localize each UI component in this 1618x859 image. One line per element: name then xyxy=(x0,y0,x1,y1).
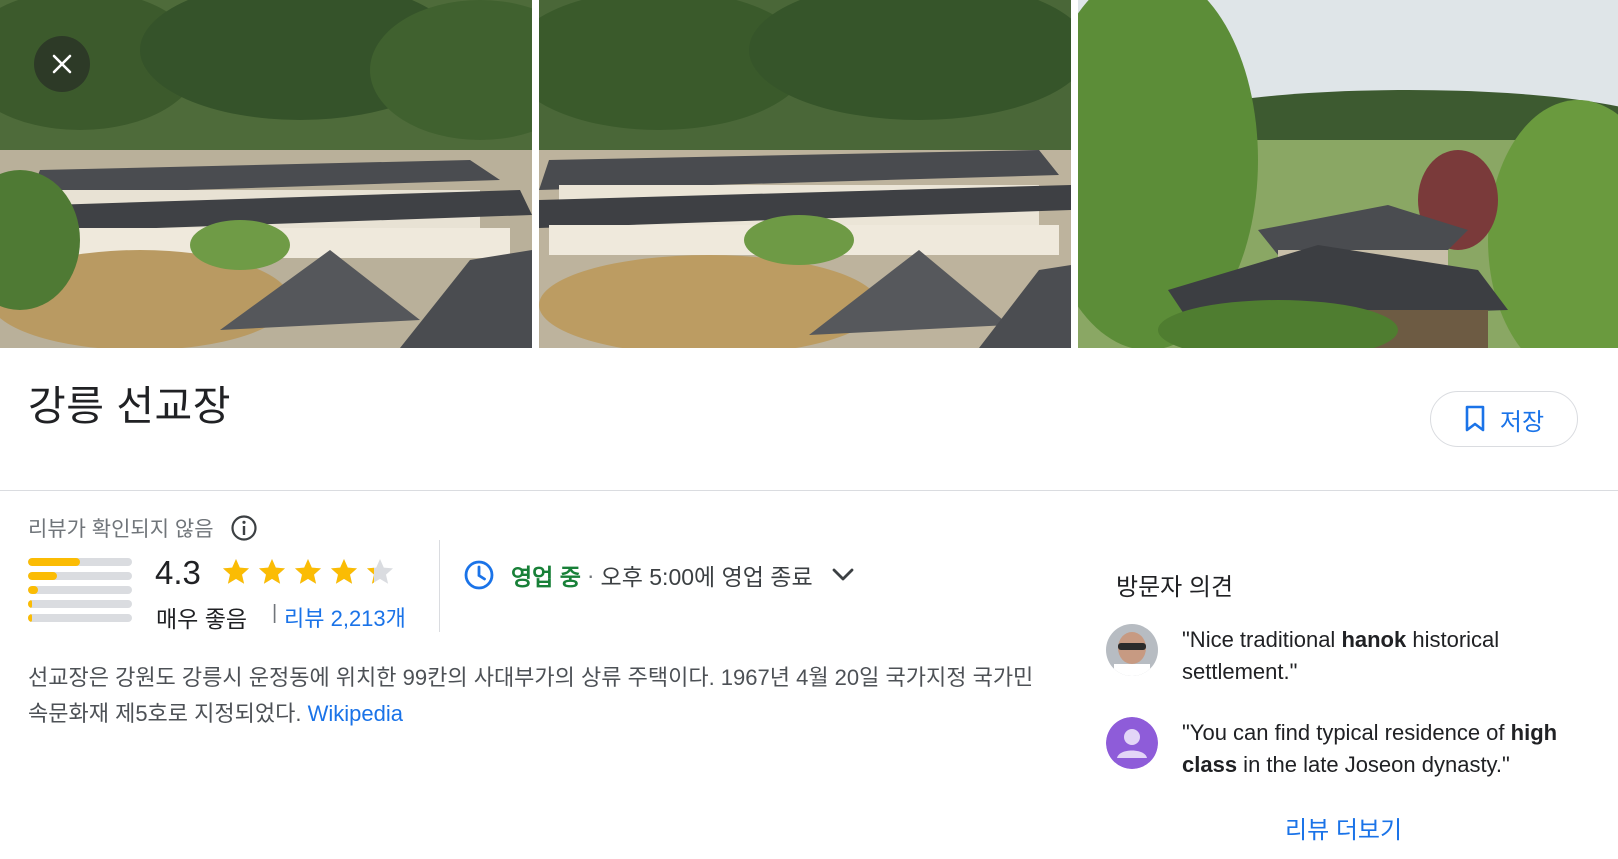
clock-icon xyxy=(464,560,494,590)
rating-bar-fill xyxy=(28,572,58,580)
close-icon xyxy=(52,54,72,74)
hours-toggle[interactable]: 영업 중 · 오후 5:00에 영업 종료 xyxy=(463,558,855,592)
close-button[interactable] xyxy=(34,36,90,92)
reviews-count-link[interactable]: 리뷰 2,213개 xyxy=(284,601,406,633)
rating-bar-fill xyxy=(28,614,33,622)
more-reviews-link[interactable]: 리뷰 더보기 xyxy=(1285,810,1402,845)
review-text: "Nice traditional hanok historical settl… xyxy=(1182,624,1606,688)
review-item: "Nice traditional hanok historical settl… xyxy=(1106,624,1606,688)
closing-time: 오후 5:00에 영업 종료 xyxy=(600,564,813,590)
place-title: 강릉 선교장 xyxy=(28,383,231,429)
save-label: 저장 xyxy=(1499,408,1545,436)
review-text-start: "Nice traditional xyxy=(1182,627,1342,652)
rating-separator: | xyxy=(272,602,278,624)
unverified-reviews: 리뷰가 확인되지 않음 xyxy=(28,513,258,543)
description-text: 선교장은 강원도 강릉시 운정동에 위치한 99칸의 사대부가의 상류 주택이다… xyxy=(28,665,1034,726)
review-item: "You can find typical residence of high … xyxy=(1106,717,1606,781)
photo-3[interactable] xyxy=(1078,0,1618,348)
rating-distribution xyxy=(28,558,132,628)
reviews-heading: 방문자 의견 xyxy=(1116,574,1234,601)
open-status: 영업 중 xyxy=(511,564,581,590)
review-text: "You can find typical residence of high … xyxy=(1182,717,1606,781)
rating-bar-3 xyxy=(28,586,132,594)
rating-bar-fill xyxy=(28,558,80,566)
review-highlight: hanok xyxy=(1341,627,1407,652)
rating-bar-fill xyxy=(28,586,39,594)
avatar xyxy=(1106,717,1158,769)
unverified-label: 리뷰가 확인되지 않음 xyxy=(28,518,214,541)
vertical-divider xyxy=(439,540,440,632)
rating-bar-1 xyxy=(28,614,132,622)
review-text-end: in the late Joseon dynasty." xyxy=(1237,752,1510,777)
bookmark-icon xyxy=(1465,405,1485,432)
star-icon xyxy=(223,559,249,584)
divider xyxy=(0,490,1618,491)
save-button[interactable]: 저장 xyxy=(1430,391,1578,447)
photo-strip xyxy=(0,0,1618,348)
person-icon xyxy=(1106,717,1158,769)
rating-stars xyxy=(220,557,396,587)
rating-bar-5 xyxy=(28,558,132,566)
hours-dot: · xyxy=(586,561,595,588)
wikipedia-link[interactable]: Wikipedia xyxy=(308,701,403,726)
star-icon xyxy=(295,559,321,584)
avatar xyxy=(1106,624,1158,676)
star-icon xyxy=(259,559,285,584)
rating-bar-2 xyxy=(28,600,132,608)
description: 선교장은 강원도 강릉시 운정동에 위치한 99칸의 사대부가의 상류 주택이다… xyxy=(28,660,1038,732)
info-icon[interactable] xyxy=(230,514,258,542)
review-text-start: "You can find typical residence of xyxy=(1182,720,1511,745)
rating-bar-fill xyxy=(28,600,33,608)
star-icon xyxy=(367,559,393,584)
chevron-down-icon xyxy=(832,568,854,581)
star-icon xyxy=(331,559,357,584)
rating-score: 4.3 xyxy=(155,554,201,591)
rating-word: 매우 좋음 xyxy=(156,606,248,632)
rating-bar-4 xyxy=(28,572,132,580)
photo-2[interactable] xyxy=(539,0,1071,348)
